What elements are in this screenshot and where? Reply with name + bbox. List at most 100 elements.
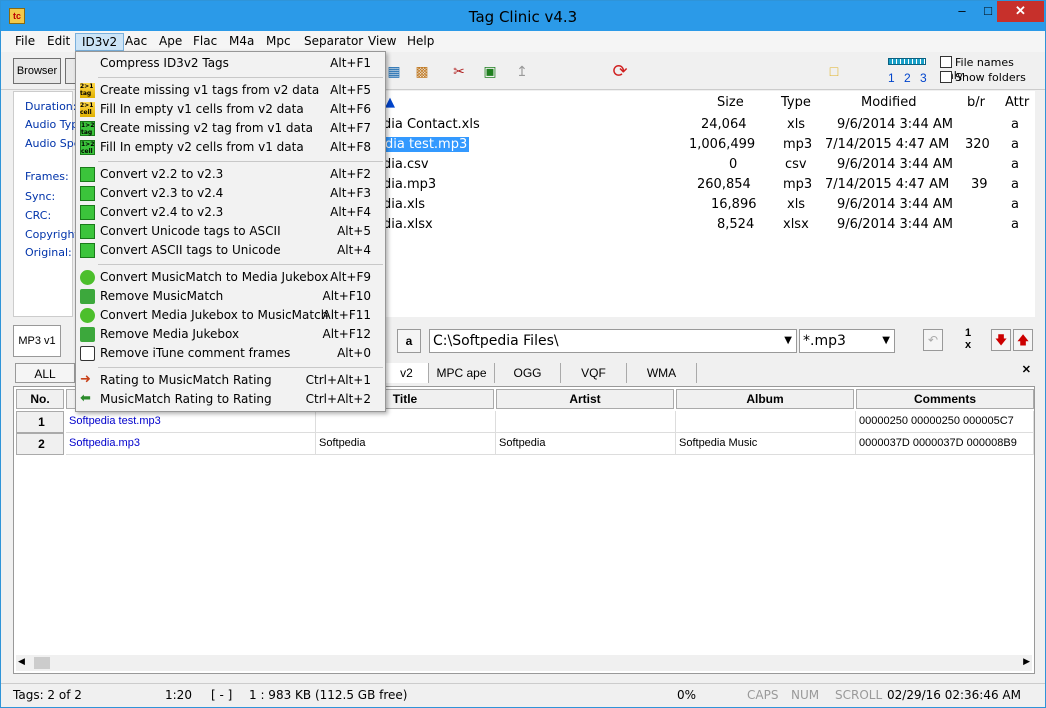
menu-convert-22-23[interactable]: Convert v2.2 to v2.3 Alt+F2 (76, 165, 385, 184)
paste-icon[interactable]: ▣ (481, 62, 499, 80)
scroll-thumb[interactable] (34, 657, 50, 669)
row-file[interactable]: Softpedia test.mp3 (66, 411, 316, 433)
menu-jukebox-to-musicmatch[interactable]: Convert Media Jukebox to MusicMatch Alt+… (76, 306, 385, 325)
col-comments[interactable]: Comments (856, 389, 1034, 409)
col-attr[interactable]: Attr (1005, 95, 1029, 110)
chevron-down-icon[interactable]: ▼ (784, 330, 792, 352)
menu-aac[interactable]: Aac (119, 33, 153, 51)
sort-arrow-icon[interactable]: ▲ (385, 95, 395, 110)
folder-icon[interactable]: □ (825, 62, 843, 80)
menu-create-v1-from-v2[interactable]: 2>1 tag Create missing v1 tags from v2 d… (76, 81, 385, 100)
col-album[interactable]: Album (676, 389, 854, 409)
show-folders-checkbox[interactable]: Show folders (940, 71, 1040, 85)
menu-file[interactable]: File (9, 33, 41, 51)
row-album[interactable]: Softpedia Music (676, 433, 856, 455)
col-size[interactable]: Size (717, 95, 744, 110)
row-title[interactable]: Softpedia (316, 433, 496, 455)
page-numbers[interactable]: 1 2 3 (888, 71, 930, 85)
menu-item-shortcut: Alt+F8 (330, 140, 371, 154)
tab-ogg[interactable]: OGG (495, 363, 561, 383)
tag-grid[interactable]: No. Title Artist Album Comments 1 Softpe… (13, 386, 1035, 674)
row-file[interactable]: Softpedia.mp3 (66, 433, 316, 455)
menu-separator[interactable]: Separator (298, 33, 369, 51)
menu-convert-23-24[interactable]: Convert v2.3 to v2.4 Alt+F3 (76, 184, 385, 203)
refresh-icon[interactable]: ⟳ (611, 62, 629, 80)
menu-edit[interactable]: Edit (41, 33, 76, 51)
file-row[interactable]: dia Contact.xls 24,064 xls 9/6/2014 3:44… (383, 117, 1035, 137)
id3v2-menu: Compress ID3v2 Tags Alt+F1 2>1 tag Creat… (75, 51, 386, 412)
scroll-right-icon[interactable]: ▶ (1023, 656, 1030, 667)
menu-remove-musicmatch[interactable]: Remove MusicMatch Alt+F10 (76, 287, 385, 306)
tab-mpc-ape[interactable]: MPC ape (429, 363, 495, 383)
close-button[interactable]: ✕ (997, 1, 1044, 22)
row-album[interactable] (676, 411, 856, 433)
table-row[interactable]: 2 Softpedia.mp3 Softpedia Softpedia Soft… (16, 433, 1034, 455)
menu-remove-itunes-comments[interactable]: Remove iTune comment frames Alt+0 (76, 344, 385, 363)
menu-mpc[interactable]: Mpc (260, 33, 297, 51)
col-br[interactable]: b/r (967, 95, 985, 110)
file-row[interactable]: dia.mp3 260,854 mp3 7/14/2015 4:47 AM 39… (383, 177, 1035, 197)
menu-view[interactable]: View (362, 33, 402, 51)
menu-id3v2[interactable]: ID3v2 (75, 33, 125, 51)
menu-help[interactable]: Help (401, 33, 440, 51)
itunes-icon (80, 346, 95, 361)
row-number[interactable]: 2 (16, 433, 64, 455)
browser-button[interactable]: Browser (13, 58, 61, 84)
close-icon[interactable]: ✕ (1022, 363, 1031, 376)
col-type[interactable]: Type (781, 95, 811, 110)
file-list[interactable]: ▲ Size Type Modified b/r Attr dia Contac… (383, 91, 1035, 317)
file-row[interactable]: dia.xlsx 8,524 xlsx 9/6/2014 3:44 AM a (383, 217, 1035, 237)
menu-item-label: Create missing v2 tag from v1 data (100, 121, 313, 135)
row-comments[interactable]: 0000037D 0000037D 000008B9 (856, 433, 1034, 455)
menu-flac[interactable]: Flac (187, 33, 223, 51)
tab-wma[interactable]: WMA (627, 363, 697, 383)
row-artist[interactable] (496, 411, 676, 433)
file-row[interactable]: dia.csv 0 csv 9/6/2014 3:44 AM a (383, 157, 1035, 177)
menu-fill-v2-from-v1[interactable]: 1>2 cell Fill In empty v2 cells from v1 … (76, 138, 385, 157)
col-artist[interactable]: Artist (496, 389, 674, 409)
menu-musicmatch-to-jukebox[interactable]: Convert MusicMatch to Media Jukebox Alt+… (76, 268, 385, 287)
export-icon[interactable]: ↥ (513, 62, 531, 80)
path-combobox[interactable]: C:\Softpedia Files\ ▼ (429, 329, 797, 353)
cut-icon[interactable]: ✂ (450, 62, 468, 80)
menu-convert-ascii-unicode[interactable]: Convert ASCII tags to Unicode Alt+4 (76, 241, 385, 260)
menu-m4a[interactable]: M4a (223, 33, 260, 51)
menu-rating-to-musicmatch[interactable]: ➜ Rating to MusicMatch Rating Ctrl+Alt+1 (76, 371, 385, 390)
table-row[interactable]: 1 Softpedia test.mp3 00000250 00000250 0… (16, 411, 1034, 433)
mp3-v1-tab[interactable]: MP3 v1 (13, 325, 61, 357)
a-button[interactable]: a (397, 329, 421, 353)
menu-convert-24-23[interactable]: Convert v2.4 to v2.3 Alt+F4 (76, 203, 385, 222)
row-artist[interactable]: Softpedia (496, 433, 676, 455)
minimize-button[interactable]: – (949, 1, 975, 22)
row-title[interactable] (316, 411, 496, 433)
col-no[interactable]: No. (16, 389, 64, 409)
network-icon[interactable]: ▦ (385, 62, 403, 80)
menu-create-v2-from-v1[interactable]: 1>2 tag Create missing v2 tag from v1 da… (76, 119, 385, 138)
tab-all[interactable]: ALL (15, 363, 75, 383)
menu-fill-v1-from-v2[interactable]: 2>1 cell Fill In empty v1 cells from v2 … (76, 100, 385, 119)
menu-convert-unicode-ascii[interactable]: Convert Unicode tags to ASCII Alt+5 (76, 222, 385, 241)
menu-item-shortcut: Alt+F2 (330, 167, 371, 181)
tab-v2[interactable]: v2 (385, 363, 429, 383)
undo-icon[interactable]: ↶ (923, 329, 943, 351)
file-attr: a (1011, 197, 1019, 212)
col-modified[interactable]: Modified (861, 95, 916, 110)
move-up-icon[interactable]: 🡅 (1013, 329, 1033, 351)
file-names-only-checkbox[interactable]: File names only (940, 56, 1040, 82)
scroll-left-icon[interactable]: ◀ (18, 656, 25, 667)
row-number[interactable]: 1 (16, 411, 64, 433)
file-row-selected[interactable]: dia test.mp3 1,006,499 mp3 7/14/2015 4:4… (383, 137, 1035, 157)
chevron-down-icon[interactable]: ▼ (882, 330, 890, 352)
menu-compress-id3v2[interactable]: Compress ID3v2 Tags Alt+F1 (76, 54, 385, 73)
move-down-icon[interactable]: 🡇 (991, 329, 1011, 351)
horizontal-scrollbar[interactable]: ◀ ▶ (16, 655, 1032, 671)
file-row[interactable]: dia.xls 16,896 xls 9/6/2014 3:44 AM a (383, 197, 1035, 217)
row-comments[interactable]: 00000250 00000250 000005C7 (856, 411, 1034, 433)
tab-vqf[interactable]: VQF (561, 363, 627, 383)
menu-item-label: Convert v2.4 to v2.3 (100, 205, 224, 219)
filter-combobox[interactable]: *.mp3 ▼ (799, 329, 895, 353)
menu-musicmatch-to-rating[interactable]: ⬅ MusicMatch Rating to Rating Ctrl+Alt+2 (76, 390, 385, 409)
menu-remove-jukebox[interactable]: Remove Media Jukebox Alt+F12 (76, 325, 385, 344)
copy-icon[interactable]: ▩ (413, 62, 431, 80)
menu-ape[interactable]: Ape (153, 33, 188, 51)
